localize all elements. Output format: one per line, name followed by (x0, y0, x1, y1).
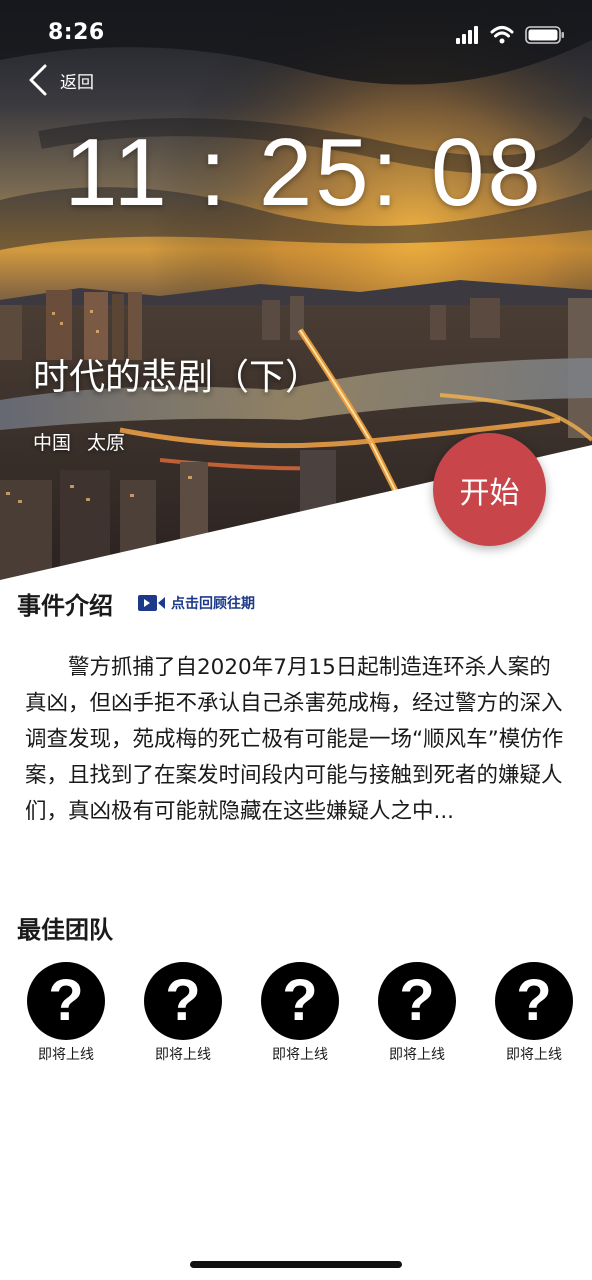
event-section-header: 事件介绍 点击回顾往期 (17, 585, 255, 621)
battery-icon (525, 26, 564, 44)
team-member-label: 即将上线 (389, 1047, 445, 1063)
team-member[interactable]: ? 即将上线 (254, 962, 346, 1064)
signal-icon (456, 26, 478, 44)
team-member[interactable]: ? 即将上线 (371, 962, 463, 1064)
case-location: 中国 太原 (33, 428, 125, 455)
status-time: 8:26 (48, 20, 105, 45)
review-past-link[interactable]: 点击回顾往期 (137, 593, 255, 613)
video-camera-icon (138, 595, 165, 611)
start-button[interactable]: 开始 (433, 433, 546, 546)
team-member[interactable]: ? 即将上线 (137, 962, 229, 1064)
unknown-avatar-icon: ? (261, 962, 339, 1040)
team-member-label: 即将上线 (38, 1047, 94, 1063)
team-member[interactable]: ? 即将上线 (488, 962, 580, 1064)
team-member[interactable]: ? 即将上线 (20, 962, 112, 1064)
location-city: 太原 (87, 432, 126, 454)
team-member-label: 即将上线 (155, 1047, 211, 1063)
review-past-label: 点击回顾往期 (171, 596, 255, 612)
screen: 8:26 返回 11: 25: 08 时代的悲剧（下） 中国 太原 开始 事件… (0, 0, 592, 1280)
home-indicator[interactable] (190, 1261, 402, 1268)
team-list: ? 即将上线 ? 即将上线 ? 即将上线 ? 即将上线 ? 即将上线 (20, 962, 580, 1064)
back-button[interactable]: 返回 (26, 62, 94, 98)
chevron-left-icon (29, 64, 47, 96)
unknown-avatar-icon: ? (144, 962, 222, 1040)
status-icons (456, 26, 564, 44)
team-section-title: 最佳团队 (17, 916, 113, 944)
location-country: 中国 (33, 432, 72, 454)
event-section-title: 事件介绍 (17, 591, 113, 620)
unknown-avatar-icon: ? (27, 962, 105, 1040)
status-bar: 8:26 (0, 0, 592, 70)
unknown-avatar-icon: ? (495, 962, 573, 1040)
back-label: 返回 (60, 72, 94, 93)
case-title: 时代的悲剧（下） (33, 357, 322, 398)
wifi-icon (490, 26, 514, 44)
event-description: 警方抓捕了自2020年7月15日起制造连环杀人案的真凶，但凶手拒不承认自己杀害苑… (25, 655, 564, 824)
team-member-label: 即将上线 (272, 1047, 328, 1063)
countdown-timer: 11 : 25: 08 (64, 119, 544, 226)
unknown-avatar-icon: ? (378, 962, 456, 1040)
team-member-label: 即将上线 (506, 1047, 562, 1063)
